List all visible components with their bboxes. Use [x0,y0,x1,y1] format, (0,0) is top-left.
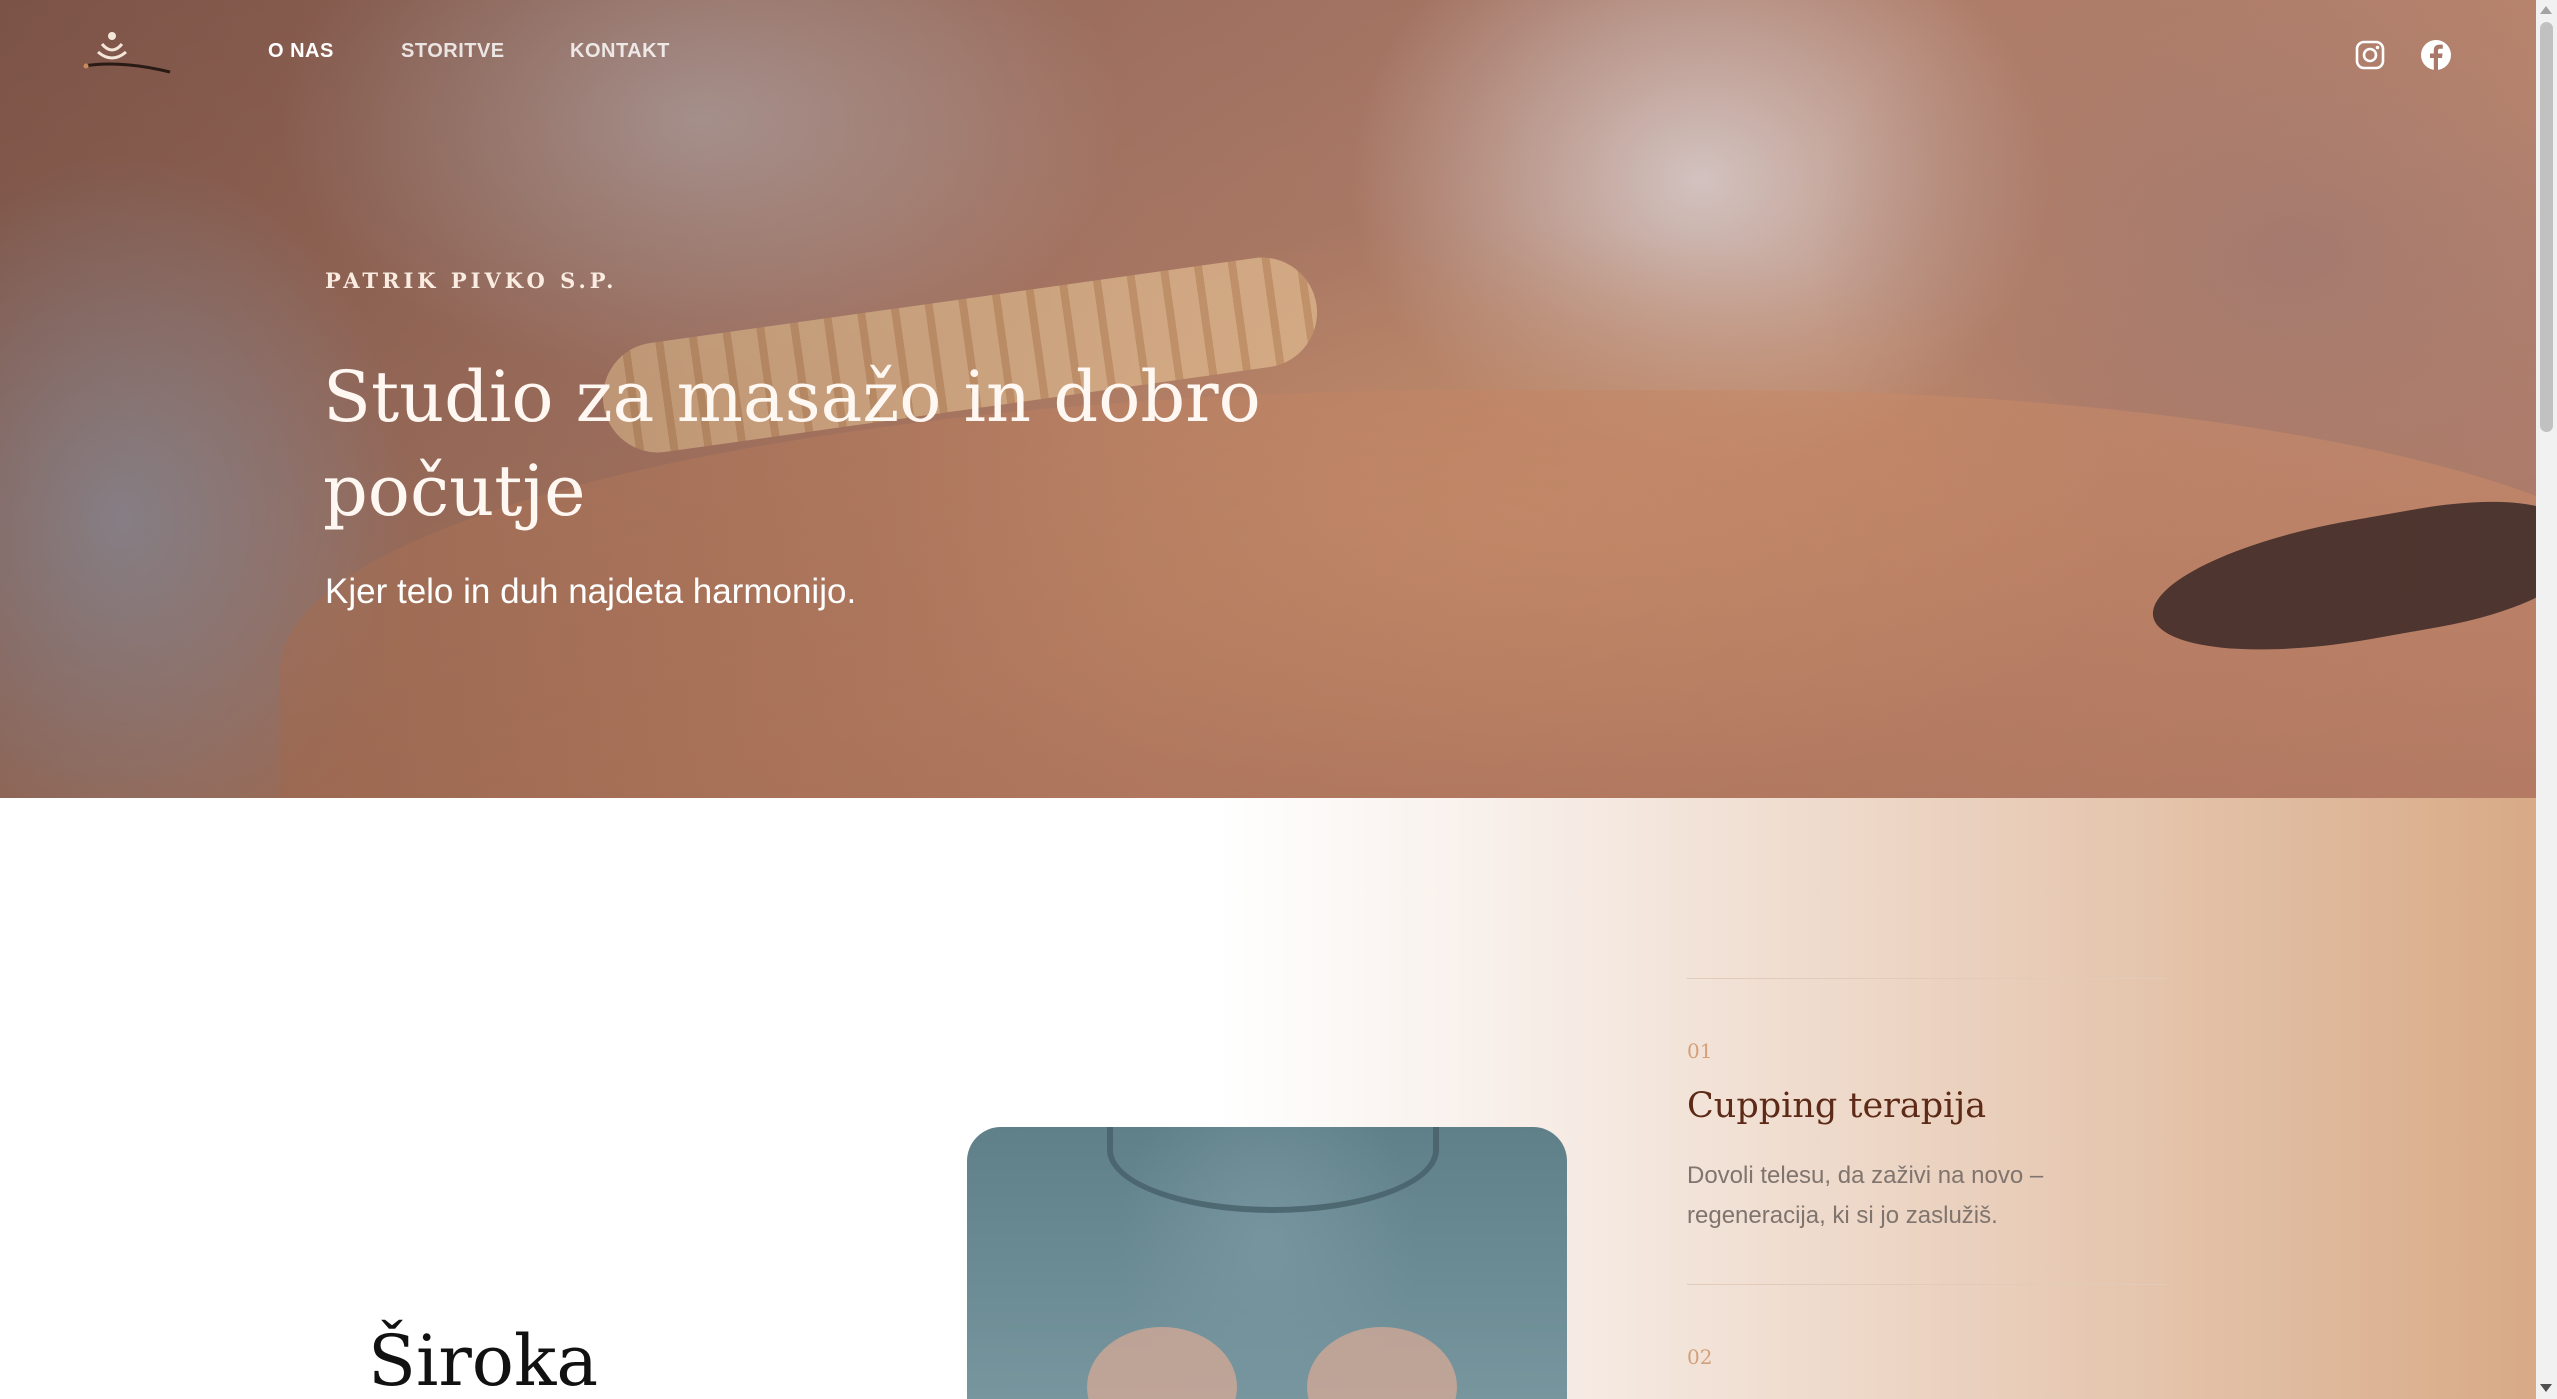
photo-hand-left [1087,1327,1237,1399]
service-divider [1687,1284,2167,1285]
nav-link-o-nas[interactable]: O NAS [268,40,334,63]
scroll-up-arrow-icon[interactable] [2540,6,2552,14]
facebook-link[interactable] [2419,38,2453,72]
instagram-icon [2355,40,2385,70]
hero-section: O NAS STORITVE KONTAKT PATRIK PIVKO S.P.… [0,0,2536,798]
service-number: 02 [1687,1345,1713,1369]
main-nav: O NAS STORITVE KONTAKT [0,0,2536,110]
service-divider [1687,978,2167,979]
service-description: Dovoli telesu, da zaživi na novo – regen… [1687,1162,2044,1229]
scroll-down-arrow-icon[interactable] [2540,1384,2552,1392]
instagram-link[interactable] [2353,38,2387,72]
services-section: Široka 01 Cupping terapija Dovoli telesu… [0,798,2536,1399]
hero-title: Studio za masažo in dobro počutje [323,356,1261,532]
scrollbar-thumb[interactable] [2540,22,2553,432]
photo-shirt-collar [1107,1127,1439,1213]
massage-photo [967,1127,1567,1399]
hero-eyebrow: PATRIK PIVKO S.P. [325,268,618,293]
service-title[interactable]: Cupping terapija [1687,1086,1986,1126]
page-scrollbar[interactable] [2536,0,2557,1399]
about-heading: Široka [368,1320,599,1399]
facebook-icon [2421,40,2451,70]
photo-hand-right [1307,1327,1457,1399]
nav-link-storitve[interactable]: STORITVE [401,40,505,63]
nav-link-kontakt[interactable]: KONTAKT [570,40,670,63]
lotus-hands-logo-icon [83,32,171,74]
service-number: 01 [1687,1039,1713,1063]
logo[interactable] [80,30,172,76]
hero-subtitle: Kjer telo in duh najdeta harmonijo. [325,572,857,611]
